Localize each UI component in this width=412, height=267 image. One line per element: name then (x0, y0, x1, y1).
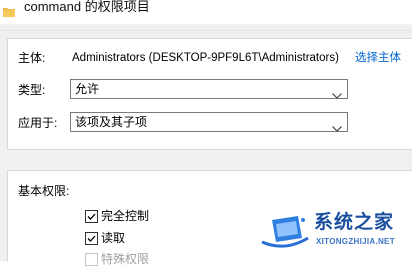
watermark-name: 系统之家 (314, 212, 395, 233)
checkbox (85, 253, 98, 266)
watermark-url: XITONGZHIJIA.NET (316, 237, 395, 246)
checkbox-label: 读取 (101, 231, 126, 245)
title-bar: command 的权限项目 (0, 0, 412, 24)
watermark-logo-icon (258, 212, 312, 252)
folder-icon (3, 4, 15, 17)
watermark: 系统之家 XITONGZHIJIA.NET (258, 210, 412, 261)
divider (0, 30, 412, 31)
applies-to-dropdown[interactable]: 该项及其子项 (70, 112, 348, 132)
basic-permissions-label: 基本权限: (18, 184, 70, 198)
applies-to-dropdown-value: 该项及其子项 (75, 115, 148, 129)
checkbox[interactable] (85, 210, 98, 223)
applies-to-label: 应用于: (18, 116, 58, 130)
type-dropdown-value: 允许 (75, 82, 100, 96)
checkbox-label: 完全控制 (101, 209, 150, 223)
chevron-down-icon (332, 119, 342, 132)
select-principal-link[interactable]: 选择主体 (355, 51, 401, 65)
chevron-down-icon (332, 86, 342, 99)
type-label: 类型: (18, 83, 46, 97)
checkbox[interactable] (85, 232, 98, 245)
type-dropdown[interactable]: 允许 (70, 79, 348, 99)
principal-label: 主体: (18, 51, 46, 65)
principal-value: Administrators (DESKTOP-9PF9L6T\Administ… (72, 52, 339, 64)
checkbox-label: 特殊权限 (101, 252, 150, 266)
window-title: command 的权限项目 (24, 0, 150, 14)
